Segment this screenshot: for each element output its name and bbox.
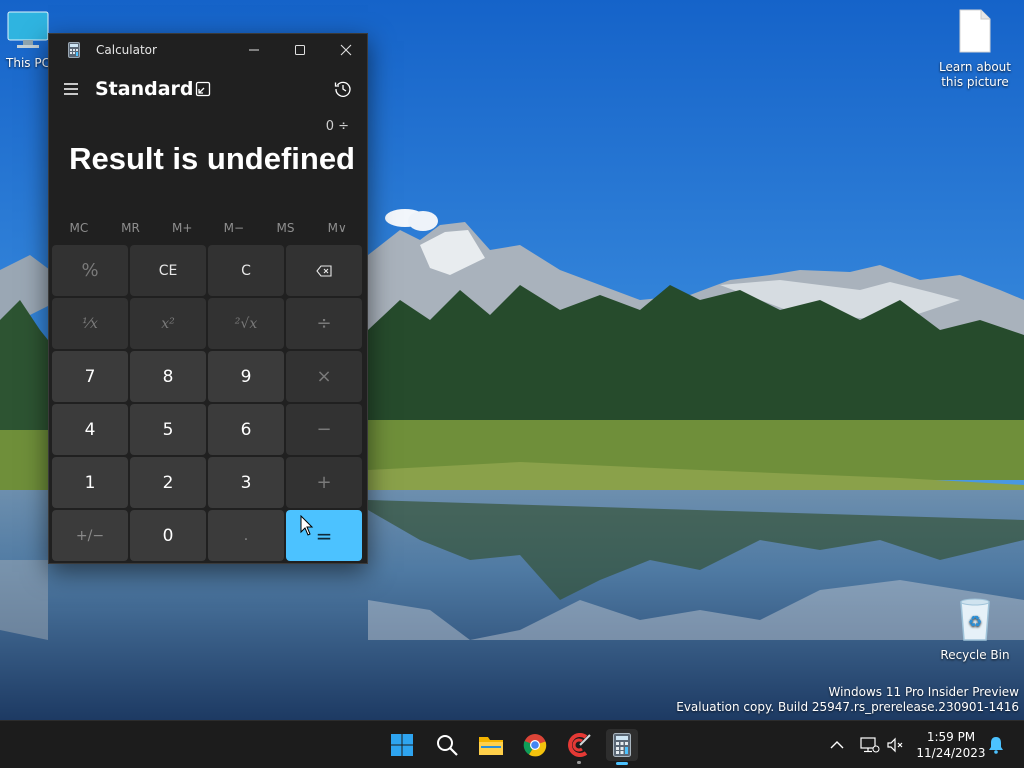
- desktop-icon-recycle-bin[interactable]: ♻ Recycle Bin: [935, 596, 1015, 663]
- window-title: Calculator: [96, 43, 157, 57]
- notifications-button[interactable]: [988, 721, 1004, 769]
- file-explorer-icon: [479, 737, 503, 755]
- memory-store-button[interactable]: MS: [260, 216, 312, 240]
- digit-5-button[interactable]: 5: [130, 404, 206, 455]
- start-icon: [391, 734, 413, 756]
- digit-1-button[interactable]: 1: [52, 457, 128, 508]
- minus-button[interactable]: −: [286, 404, 362, 455]
- memory-recall-button[interactable]: MR: [105, 216, 157, 240]
- recycle-bin-icon: ♻: [935, 596, 1015, 646]
- digit-7-button[interactable]: 7: [52, 351, 128, 402]
- chevron-up-icon: [830, 741, 844, 749]
- calculator-app-icon: [68, 42, 80, 62]
- digit-9-button[interactable]: 9: [208, 351, 284, 402]
- maximize-button[interactable]: [277, 34, 323, 66]
- digit-4-button[interactable]: 4: [52, 404, 128, 455]
- active-indicator: [616, 762, 628, 765]
- multiply-button[interactable]: ×: [286, 351, 362, 402]
- volume-muted-icon: [887, 737, 903, 753]
- decimal-button[interactable]: .: [208, 510, 284, 561]
- file-explorer-button[interactable]: [475, 729, 507, 761]
- memory-row: MC MR M+ M− MS M∨: [53, 216, 363, 240]
- mouse-cursor-icon: [300, 514, 314, 541]
- navigation-menu-button[interactable]: [63, 81, 79, 100]
- negate-button[interactable]: +/−: [52, 510, 128, 561]
- result-display: Result is undefined: [69, 141, 355, 176]
- calculator-header: Standard: [49, 72, 367, 108]
- desktop-icon-learn-about-picture[interactable]: Learn about this picture: [935, 8, 1015, 90]
- chrome-icon: [523, 734, 547, 757]
- chrome-button[interactable]: [519, 729, 551, 761]
- ccleaner-icon: [568, 733, 591, 757]
- hamburger-icon: [64, 83, 78, 95]
- start-button[interactable]: [386, 729, 418, 761]
- digit-2-button[interactable]: 2: [130, 457, 206, 508]
- network-button[interactable]: [860, 721, 880, 769]
- close-button[interactable]: [323, 34, 369, 66]
- taskbar-clock[interactable]: 1:59 PM 11/24/2023: [912, 729, 990, 761]
- running-indicator: [577, 761, 581, 764]
- minimize-icon: [249, 49, 259, 51]
- search-icon: [437, 735, 458, 756]
- keep-on-top-icon: [195, 81, 211, 97]
- minimize-button[interactable]: [231, 34, 277, 66]
- calculator-window: Calculator Standard 0 ÷ Result is undefi…: [48, 33, 368, 564]
- search-button[interactable]: [431, 729, 463, 761]
- memory-clear-button[interactable]: MC: [53, 216, 105, 240]
- equals-button[interactable]: =: [286, 510, 362, 561]
- mode-title: Standard: [95, 78, 194, 100]
- clock-time: 1:59 PM: [926, 730, 976, 744]
- digit-8-button[interactable]: 8: [130, 351, 206, 402]
- memory-list-button[interactable]: M∨: [311, 216, 363, 240]
- bell-icon: [989, 737, 1003, 754]
- memory-subtract-button[interactable]: M−: [208, 216, 260, 240]
- digit-3-button[interactable]: 3: [208, 457, 284, 508]
- clear-button[interactable]: C: [208, 245, 284, 296]
- history-icon: [334, 81, 351, 97]
- desktop-icon-label: Recycle Bin: [940, 648, 1010, 662]
- square-button[interactable]: x²: [130, 298, 206, 349]
- memory-add-button[interactable]: M+: [156, 216, 208, 240]
- windows-watermark: Windows 11 Pro Insider Preview Evaluatio…: [676, 685, 1019, 715]
- square-root-button[interactable]: ²√x: [208, 298, 284, 349]
- watermark-edition: Windows 11 Pro Insider Preview: [828, 685, 1019, 699]
- close-icon: [340, 44, 352, 56]
- expression-display: 0 ÷: [325, 119, 349, 134]
- title-bar[interactable]: Calculator: [49, 34, 367, 66]
- network-disconnected-icon: [860, 737, 880, 753]
- calculator-taskbar-button[interactable]: [606, 729, 638, 765]
- maximize-icon: [295, 45, 305, 55]
- keypad: % CE C ⅟x x² ²√x ÷ 7 8 9 × 4 5 6 − 1 2 3…: [52, 245, 366, 562]
- plus-button[interactable]: +: [286, 457, 362, 508]
- taskbar: 1:59 PM 11/24/2023: [0, 720, 1024, 768]
- history-button[interactable]: [334, 80, 352, 102]
- divide-button[interactable]: ÷: [286, 298, 362, 349]
- digit-6-button[interactable]: 6: [208, 404, 284, 455]
- clear-entry-button[interactable]: CE: [130, 245, 206, 296]
- desktop-icon-label: Learn about this picture: [939, 60, 1011, 89]
- percent-button[interactable]: %: [52, 245, 128, 296]
- digit-0-button[interactable]: 0: [130, 510, 206, 561]
- backspace-icon: [316, 264, 332, 277]
- ccleaner-button[interactable]: [563, 729, 595, 764]
- watermark-build: Evaluation copy. Build 25947.rs_prerelea…: [676, 700, 1019, 714]
- show-hidden-icons-button[interactable]: [830, 721, 844, 769]
- backspace-button[interactable]: [286, 245, 362, 296]
- volume-button[interactable]: [886, 721, 904, 769]
- calculator-icon: [613, 733, 631, 757]
- keep-on-top-button[interactable]: [195, 81, 211, 101]
- clock-date: 11/24/2023: [916, 746, 986, 760]
- document-icon: [935, 8, 1015, 58]
- reciprocal-button[interactable]: ⅟x: [52, 298, 128, 349]
- svg-text:♻: ♻: [968, 612, 982, 631]
